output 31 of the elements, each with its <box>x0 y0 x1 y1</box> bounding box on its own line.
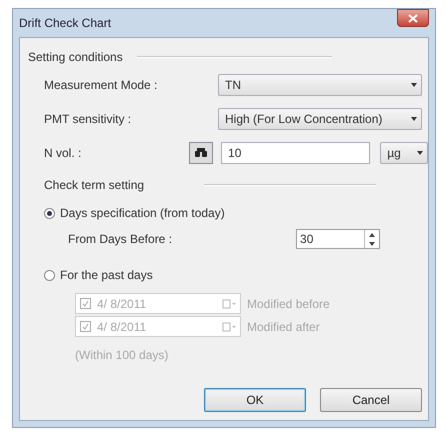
date-picker: 4/ 8/2011 <box>75 316 241 337</box>
field-label: Modified before <box>247 296 330 310</box>
note-text: (Within 100 days) <box>74 347 170 362</box>
ok-button[interactable]: OK <box>204 388 306 412</box>
dropdown[interactable]: TN <box>218 74 422 96</box>
radio-label[interactable]: For the past days <box>60 268 153 282</box>
radio-button[interactable] <box>44 208 55 218</box>
binoculars-button[interactable] <box>189 142 214 164</box>
up-arrow-icon[interactable] <box>369 232 376 236</box>
section-heading: Setting conditions <box>28 50 123 64</box>
close-icon <box>408 14 418 22</box>
calendar-dropdown-icon <box>222 298 236 308</box>
date-picker: 4/ 8/2011 <box>75 293 241 314</box>
radio-label[interactable]: Days specification (from today) <box>60 206 225 220</box>
dropdown[interactable]: High (For Low Concentration) <box>218 108 422 130</box>
section-heading: Check term setting <box>44 178 144 192</box>
input-field[interactable]: 10 <box>221 142 370 164</box>
field-label: Modified after <box>247 320 320 334</box>
field-label: N vol. : <box>44 146 82 160</box>
binoculars-icon <box>194 148 208 158</box>
field-label: PMT sensitivity : <box>44 112 132 126</box>
down-arrow-icon[interactable] <box>369 242 376 246</box>
calendar-dropdown-icon <box>222 322 236 332</box>
close-button[interactable] <box>397 9 429 27</box>
cancel-button[interactable]: Cancel <box>320 388 422 412</box>
field-label: From Days Before : <box>68 232 172 246</box>
spin-box[interactable]: 30 <box>296 229 380 249</box>
field-label: Measurement Mode : <box>44 78 158 92</box>
window-title: Drift Check Chart <box>19 16 112 30</box>
radio-button[interactable] <box>44 270 55 280</box>
unit-dropdown[interactable]: µg <box>380 142 428 164</box>
